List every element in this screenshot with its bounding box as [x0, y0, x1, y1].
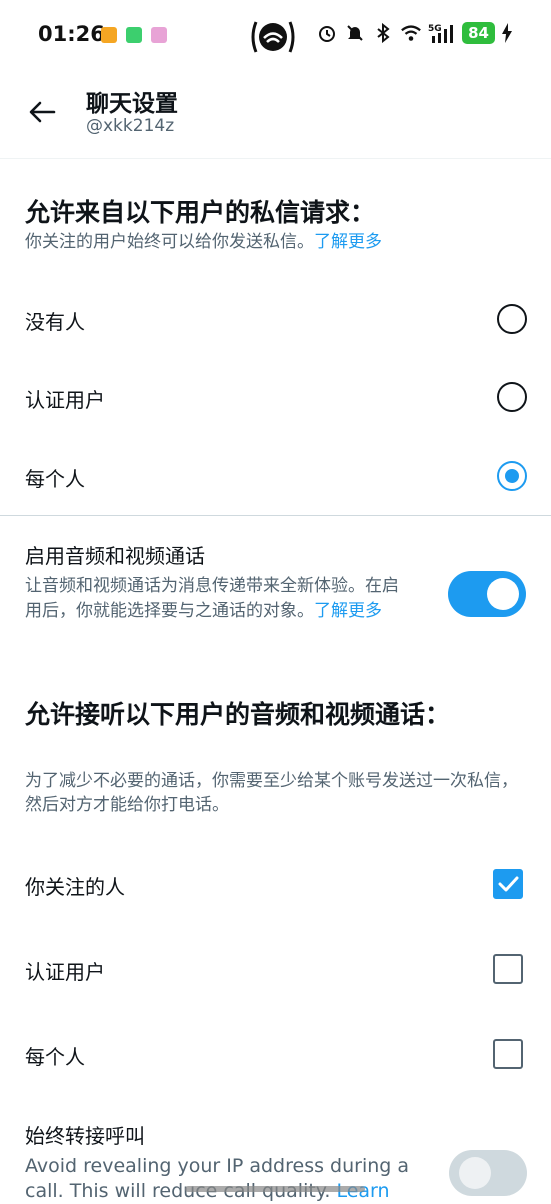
checkbox[interactable]	[493, 954, 523, 984]
calls-option-verified[interactable]: 认证用户	[0, 934, 551, 1004]
av-calls-label: 启用音频和视频通话	[25, 544, 205, 568]
option-label: 认证用户	[25, 960, 105, 984]
dm-option-nobody[interactable]: 没有人	[0, 284, 551, 354]
radio-button[interactable]	[497, 304, 527, 334]
checkbox-checked[interactable]	[493, 869, 523, 899]
option-label: 没有人	[25, 310, 85, 334]
av-calls-toggle[interactable]	[448, 571, 526, 617]
app-notification-icon	[126, 27, 142, 43]
account-username: @xkk214z	[86, 116, 175, 136]
checkbox[interactable]	[493, 1039, 523, 1069]
app-notification-icon	[151, 27, 167, 43]
av-learn-more-link[interactable]: 了解更多	[314, 601, 382, 621]
radio-button[interactable]	[497, 382, 527, 412]
relay-calls-desc: Avoid revealing your IP address during a…	[25, 1154, 425, 1204]
charging-icon	[501, 22, 513, 44]
option-label: 每个人	[25, 467, 85, 491]
toggle-knob	[459, 1157, 491, 1189]
app-header: 聊天设置 @xkk214z	[0, 72, 551, 159]
calls-from-desc: 为了减少不必要的通话，你需要至少给某个账号发送过一次私信，然后对方才能给你打电话…	[25, 771, 518, 815]
battery-level: 84	[462, 22, 495, 44]
calls-option-everyone[interactable]: 每个人	[0, 1019, 551, 1089]
bluetooth-icon	[372, 22, 394, 44]
mute-icon	[344, 22, 366, 44]
option-label: 你关注的人	[25, 875, 125, 899]
svg-text:5G: 5G	[428, 24, 442, 34]
app-notification-icon	[101, 27, 117, 43]
dm-learn-more-link[interactable]: 了解更多	[314, 232, 382, 252]
status-time: 01:26	[38, 22, 105, 46]
calls-from-title: 允许接听以下用户的音频和视频通话：	[25, 700, 451, 729]
alarm-icon	[316, 22, 338, 44]
checkmark-icon	[498, 876, 519, 892]
page-title: 聊天设置	[86, 91, 178, 117]
section-divider	[0, 515, 551, 516]
wifi-icon	[400, 22, 422, 44]
dm-requests-title: 允许来自以下用户的私信请求：	[25, 198, 376, 227]
gesture-bar	[185, 1186, 365, 1192]
signal-icon: 5G	[428, 22, 456, 44]
toggle-knob	[487, 578, 519, 610]
relay-calls-toggle[interactable]	[449, 1150, 527, 1196]
dm-requests-desc: 你关注的用户始终可以给你发送私信。了解更多	[25, 230, 525, 254]
calls-option-following[interactable]: 你关注的人	[0, 849, 551, 919]
radio-button-selected[interactable]	[497, 461, 527, 491]
relay-calls-label: 始终转接呼叫	[25, 1124, 145, 1148]
option-label: 认证用户	[25, 388, 105, 412]
av-calls-desc: 让音频和视频通话为消息传递带来全新体验。在启用后，你就能选择要与之通话的对象。了…	[25, 574, 415, 624]
option-label: 每个人	[25, 1045, 85, 1069]
back-arrow-icon[interactable]	[26, 96, 58, 128]
dm-option-verified[interactable]: 认证用户	[0, 362, 551, 432]
hotspot-icon	[251, 21, 295, 53]
status-bar: 01:26 5G 84	[0, 0, 551, 72]
dm-desc-text: 你关注的用户始终可以给你发送私信。	[25, 232, 314, 252]
dm-option-everyone[interactable]: 每个人	[0, 441, 551, 511]
